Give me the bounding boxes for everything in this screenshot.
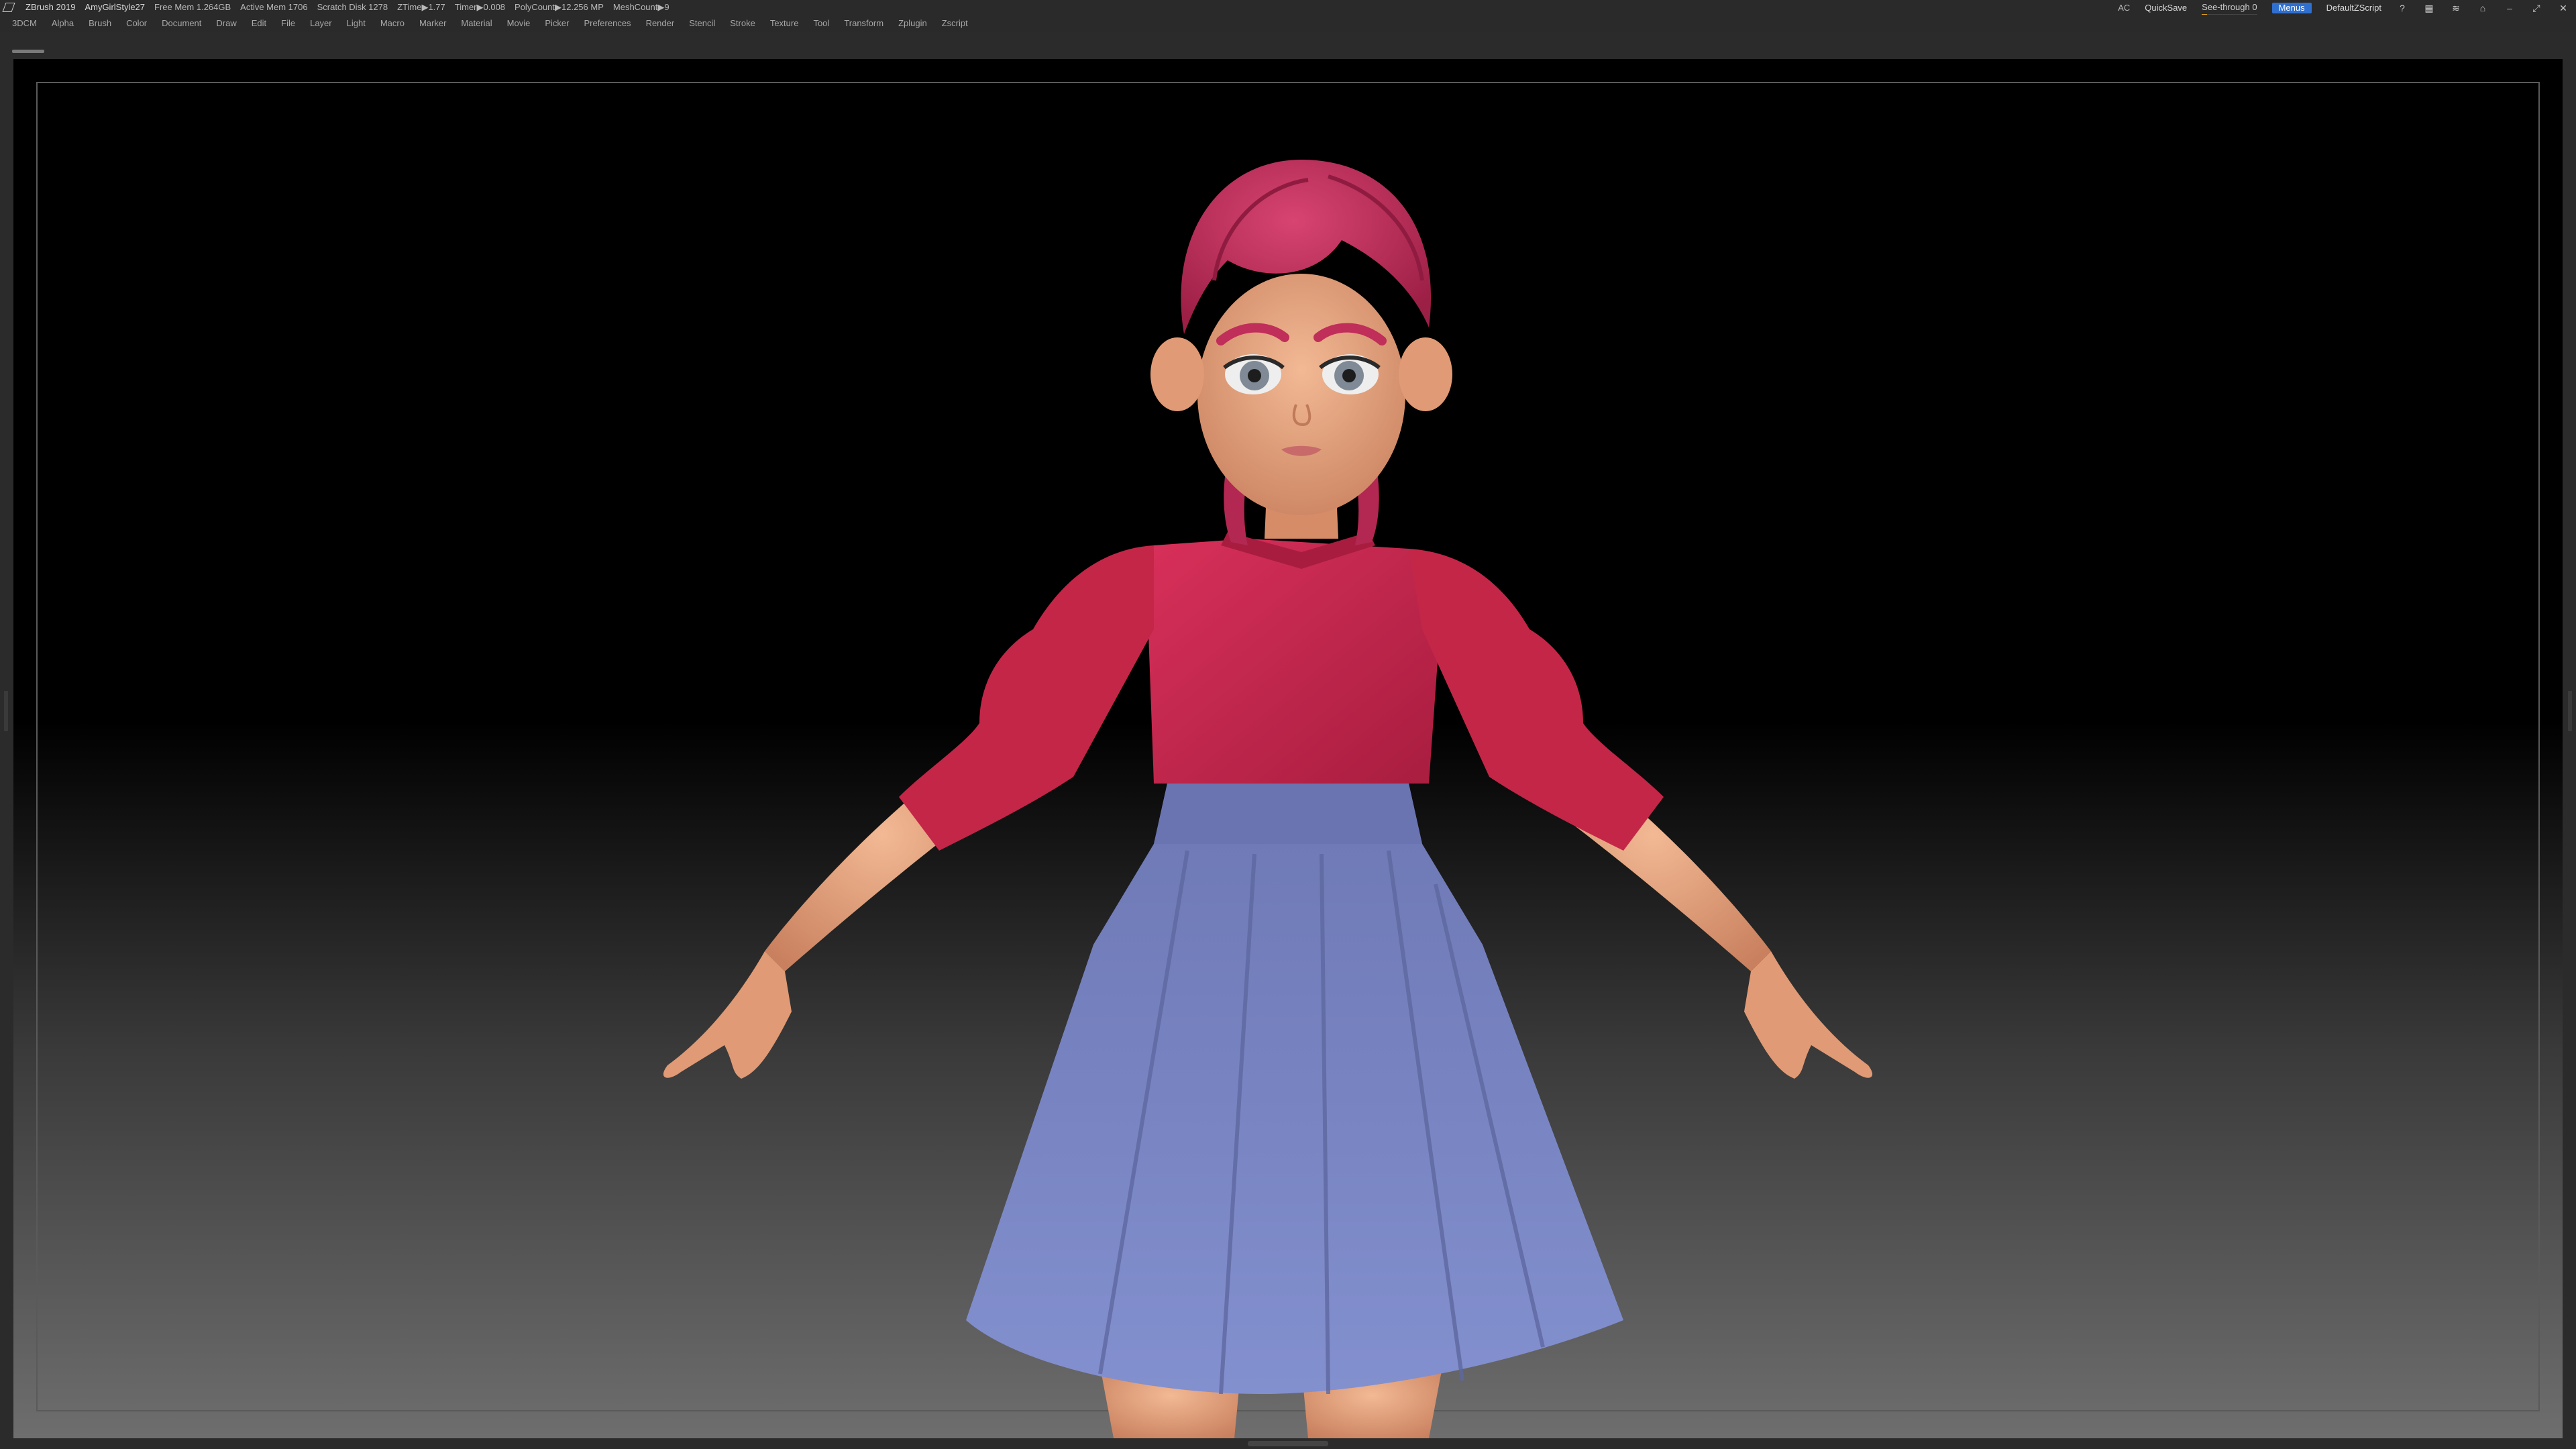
scratch-disk: Scratch Disk 1278 (317, 2, 388, 12)
see-through-value: 0 (2252, 2, 2257, 12)
menu-item-3dcm[interactable]: 3DCM (12, 15, 37, 32)
lock-icon[interactable]: ⌂ (2477, 3, 2489, 13)
zbrush-logo-icon (2, 3, 15, 12)
menu-item-transform[interactable]: Transform (844, 15, 883, 32)
menu-item-edit[interactable]: Edit (252, 15, 266, 32)
menu-item-texture[interactable]: Texture (770, 15, 799, 32)
menu-item-zplugin[interactable]: Zplugin (898, 15, 927, 32)
character-model[interactable] (13, 59, 2563, 1438)
title-bar: ZBrush 2019 AmyGirlStyle27 Free Mem 1.26… (0, 0, 2576, 16)
skirt (966, 784, 1623, 1395)
menu-item-color[interactable]: Color (126, 15, 147, 32)
menu-item-stencil[interactable]: Stencil (689, 15, 715, 32)
bottom-tray-handle[interactable] (1248, 1441, 1328, 1446)
menu-item-marker[interactable]: Marker (419, 15, 446, 32)
document-title: AmyGirlStyle27 (85, 2, 146, 12)
canvas-viewport[interactable] (13, 59, 2563, 1438)
meshcount: MeshCount▶9 (612, 2, 669, 12)
menu-item-material[interactable]: Material (461, 15, 492, 32)
quicksave-button[interactable]: QuickSave (2145, 1, 2187, 15)
ac-indicator[interactable]: AC (2118, 1, 2130, 15)
right-tray-handle[interactable] (2568, 691, 2572, 731)
menu-item-preferences[interactable]: Preferences (584, 15, 631, 32)
default-zscript-button[interactable]: DefaultZScript (2326, 1, 2381, 15)
menu-item-layer[interactable]: Layer (310, 15, 332, 32)
active-mem: Active Mem 1706 (240, 2, 308, 12)
app-title: ZBrush 2019 (25, 2, 76, 12)
polycount: PolyCount▶12.256 MP (515, 2, 604, 12)
maximize-icon[interactable]: ⤢ (2530, 3, 2542, 13)
menu-item-picker[interactable]: Picker (545, 15, 569, 32)
menu-bar: 3DCM Alpha Brush Color Document Draw Edi… (0, 15, 2576, 32)
menu-item-brush[interactable]: Brush (89, 15, 111, 32)
menu-item-movie[interactable]: Movie (507, 15, 531, 32)
menu-item-document[interactable]: Document (162, 15, 201, 32)
menu-item-light[interactable]: Light (347, 15, 366, 32)
minimize-icon[interactable]: – (2504, 3, 2516, 13)
menu-item-stroke[interactable]: Stroke (730, 15, 755, 32)
ztime: ZTime▶1.77 (397, 2, 445, 12)
see-through-slider[interactable]: See-through 0 (2202, 0, 2257, 16)
menu-item-macro[interactable]: Macro (380, 15, 405, 32)
menu-item-alpha[interactable]: Alpha (52, 15, 74, 32)
shelf-collapse-handle[interactable] (12, 50, 44, 53)
menus-button[interactable]: Menus (2271, 3, 2312, 13)
layout-icon[interactable]: ▦ (2423, 3, 2435, 13)
top-shelf (0, 32, 2576, 59)
free-mem: Free Mem 1.264GB (154, 2, 231, 12)
menu-item-render[interactable]: Render (646, 15, 675, 32)
menu-item-file[interactable]: File (281, 15, 295, 32)
close-icon[interactable]: ✕ (2557, 3, 2569, 13)
head (1150, 160, 1452, 515)
help-icon[interactable]: ? (2396, 3, 2408, 13)
menu-item-zscript[interactable]: Zscript (942, 15, 968, 32)
scripts-icon[interactable]: ≋ (2450, 3, 2462, 13)
see-through-label: See-through (2202, 2, 2250, 12)
left-tray-handle[interactable] (4, 691, 8, 731)
menu-item-draw[interactable]: Draw (216, 15, 236, 32)
menu-item-tool[interactable]: Tool (813, 15, 829, 32)
timer: Timer▶0.008 (454, 2, 506, 12)
